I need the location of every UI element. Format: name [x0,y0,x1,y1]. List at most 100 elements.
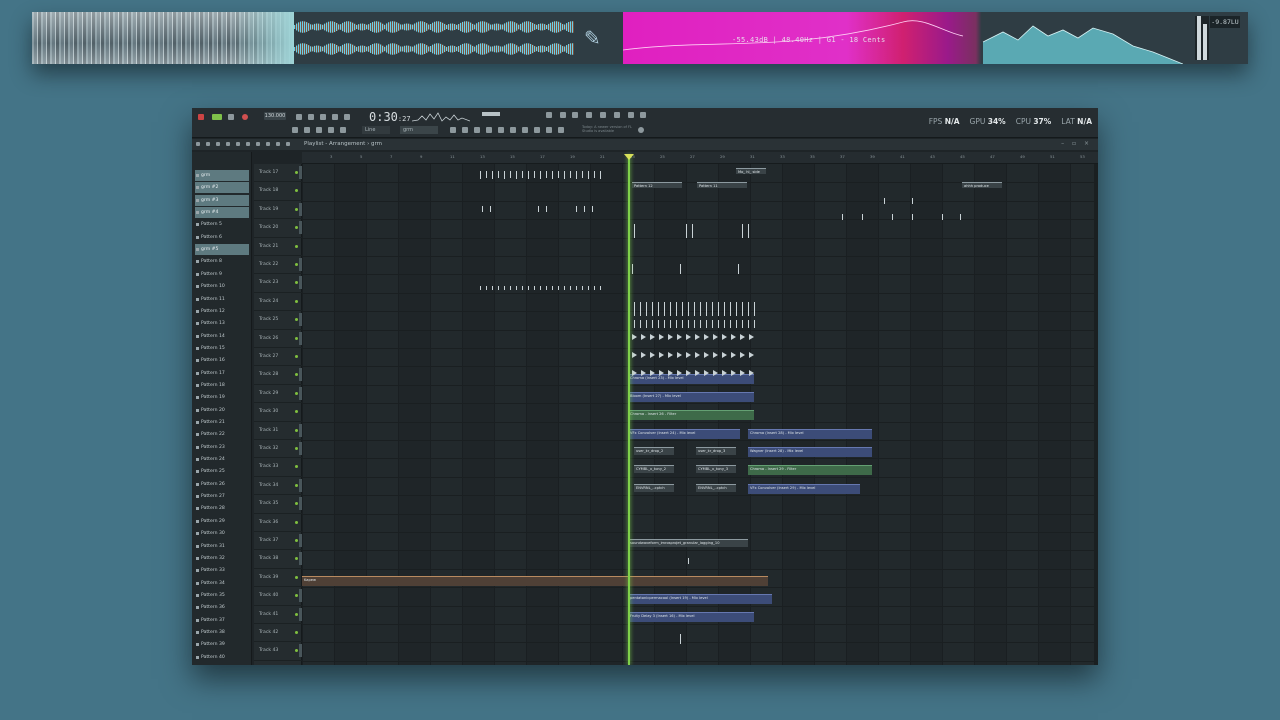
track-header[interactable]: Track 42 [254,624,302,643]
note-event[interactable] [540,176,541,179]
track-mute-led[interactable] [295,263,298,266]
zoom-icon[interactable] [286,142,290,146]
arrangement-clip[interactable]: CYMBL_x_tony_2 [634,465,674,473]
note-event[interactable] [480,176,481,179]
note-event[interactable] [686,224,687,238]
note-event[interactable] [516,176,517,179]
note-event[interactable] [688,320,689,328]
note-event[interactable] [712,302,713,316]
note-event[interactable] [748,302,749,316]
note-event[interactable] [588,286,589,290]
note-event[interactable] [718,320,719,328]
metronome-icon[interactable] [296,114,302,120]
note-event[interactable] [842,214,843,220]
track-header[interactable]: Track 25 [254,311,302,330]
loop-record-icon[interactable] [332,114,338,120]
note-event[interactable] [634,224,635,238]
pattern-item[interactable]: Pattern 5 [195,219,249,230]
pattern-item[interactable]: Pattern 22 [195,429,249,440]
note-event[interactable] [546,171,547,178]
track-header[interactable]: Track 43 [254,642,302,661]
pattern-item[interactable]: grm [195,170,249,181]
note-event[interactable] [664,302,665,316]
note-event[interactable] [632,334,637,340]
note-event[interactable] [692,224,693,238]
note-event[interactable] [634,302,635,316]
track-mute-led[interactable] [295,373,298,377]
touch-icon[interactable] [534,127,540,133]
note-event[interactable] [564,176,565,179]
pattern-item[interactable]: Pattern 19 [195,392,249,403]
browser-icon[interactable] [486,127,492,133]
note-event[interactable] [646,302,647,316]
note-event[interactable] [731,334,736,340]
pattern-item[interactable]: Pattern 34 [195,578,249,589]
arrangement-clip[interactable]: Bloom (Insert 27) - Mix level [628,392,754,402]
note-event[interactable] [862,214,863,220]
pattern-item[interactable]: grm #3 [195,194,249,206]
note-event[interactable] [912,198,913,204]
note-event[interactable] [749,334,754,340]
note-event[interactable] [884,198,885,204]
note-event[interactable] [552,176,553,179]
note-event[interactable] [677,352,682,358]
note-event[interactable] [695,352,700,358]
note-event[interactable] [592,206,593,212]
pattern-item[interactable]: Pattern 32 [195,553,249,564]
arrangement-clip[interactable]: Chroma (Insert 28) - Mix level [748,429,872,439]
playlist-icon[interactable] [292,127,298,133]
note-event[interactable] [736,302,737,316]
note-event[interactable] [731,370,736,376]
note-event[interactable] [686,334,691,340]
note-event[interactable] [722,352,727,358]
note-event[interactable] [652,320,653,328]
arrangement-clip[interactable]: Kapew [302,576,768,586]
note-event[interactable] [632,264,633,274]
note-event[interactable] [650,370,655,376]
note-event[interactable] [640,320,641,328]
note-event[interactable] [686,352,691,358]
note-event[interactable] [534,171,535,178]
arrangement-clip[interactable]: user_kr_drop_3 [696,447,736,455]
piano-roll-icon[interactable] [474,127,480,133]
note-event[interactable] [736,320,737,328]
pattern-item[interactable]: Pattern 8 [195,256,249,267]
note-event[interactable] [694,302,695,316]
arrangement-clip[interactable]: Pattern 11 [697,182,747,188]
track-header[interactable]: Track 22 [254,256,302,275]
note-event[interactable] [634,320,635,328]
track-mute-led[interactable] [295,557,298,561]
mixer-icon[interactable] [450,127,456,133]
pattern-item[interactable]: Pattern 30 [195,528,249,539]
track-header[interactable]: Track 32 [254,440,302,459]
note-event[interactable] [718,302,719,316]
draw-icon[interactable] [216,142,220,146]
pattern-item[interactable]: Pattern 15 [195,343,249,354]
track-mute-led[interactable] [295,171,298,174]
track-mute-led[interactable] [295,447,298,450]
track-header[interactable]: Track 18 [254,182,302,201]
note-event[interactable] [528,176,529,179]
track-mute-led[interactable] [295,612,298,616]
pattern-item[interactable]: Pattern 29 [195,516,249,527]
pattern-item[interactable]: Pattern 23 [195,442,249,453]
track-header[interactable]: Track 26 [254,330,302,348]
track-header[interactable]: Track 30 [254,403,302,422]
arrangement-clip[interactable]: Chroma - Insert 26 - Filter [628,410,754,420]
pattern-item[interactable]: Pattern 13 [195,318,249,329]
note-event[interactable] [516,286,517,290]
note-event[interactable] [695,334,700,340]
note-event[interactable] [704,370,709,376]
note-event[interactable] [490,206,491,212]
note-event[interactable] [748,224,749,238]
note-event[interactable] [682,320,683,328]
note-event[interactable] [680,634,681,644]
note-event[interactable] [600,286,601,290]
note-event[interactable] [546,286,547,290]
note-event[interactable] [650,352,655,358]
stop-button[interactable] [228,114,234,120]
track-header[interactable]: Track 28 [254,366,302,385]
note-event[interactable] [682,302,683,316]
refresh-icon[interactable] [546,112,552,118]
arrangement-clip[interactable]: soundwaveform_imrosprojet_granular_laggi… [628,539,748,547]
